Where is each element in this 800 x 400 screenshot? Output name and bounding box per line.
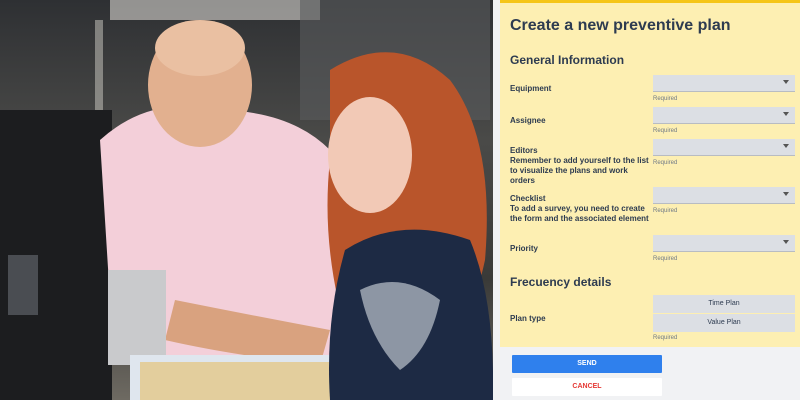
page-title: Create a new preventive plan — [510, 17, 731, 34]
section-frequency-details: Frecuency details — [510, 275, 612, 289]
plan-type-label: Plan type — [510, 314, 546, 323]
equipment-required: Required — [653, 96, 678, 102]
assignee-label: Assignee — [510, 116, 546, 125]
checklist-required: Required — [653, 208, 678, 214]
editors-select[interactable] — [653, 139, 795, 156]
hero-photo-illustration — [0, 0, 493, 400]
priority-select[interactable] — [653, 235, 795, 252]
checklist-label: Checklist To add a survey, you need to c… — [510, 194, 652, 224]
chevron-down-icon — [783, 192, 789, 196]
preventive-plan-form: Create a new preventive plan General Inf… — [500, 0, 800, 347]
value-plan-option[interactable]: Value Plan — [653, 314, 795, 332]
editors-label: Editors Remember to add yourself to the … — [510, 146, 652, 186]
priority-label: Priority — [510, 244, 539, 253]
form-panel: Create a new preventive plan General Inf… — [493, 0, 800, 400]
chevron-down-icon — [783, 240, 789, 244]
checklist-title: Checklist — [510, 194, 546, 203]
editors-title: Editors — [510, 146, 538, 155]
assignee-required: Required — [653, 128, 678, 134]
editors-hint: Remember to add yourself to the list to … — [510, 156, 649, 185]
section-general-information: General Information — [510, 53, 625, 67]
plan-type-required: Required — [653, 335, 678, 341]
editors-required: Required — [653, 160, 678, 166]
chevron-down-icon — [783, 144, 789, 148]
cancel-button[interactable]: CANCEL — [512, 378, 662, 396]
equipment-label: Equipment — [510, 84, 552, 93]
chevron-down-icon — [783, 112, 789, 116]
chevron-down-icon — [783, 80, 789, 84]
assignee-select[interactable] — [653, 107, 795, 124]
time-plan-option[interactable]: Time Plan — [653, 295, 795, 313]
checklist-hint: To add a survey, you need to create the … — [510, 204, 649, 223]
send-button[interactable]: SEND — [512, 355, 662, 373]
priority-required: Required — [653, 256, 678, 262]
hero-photo — [0, 0, 493, 400]
checklist-select[interactable] — [653, 187, 795, 204]
equipment-select[interactable] — [653, 75, 795, 92]
